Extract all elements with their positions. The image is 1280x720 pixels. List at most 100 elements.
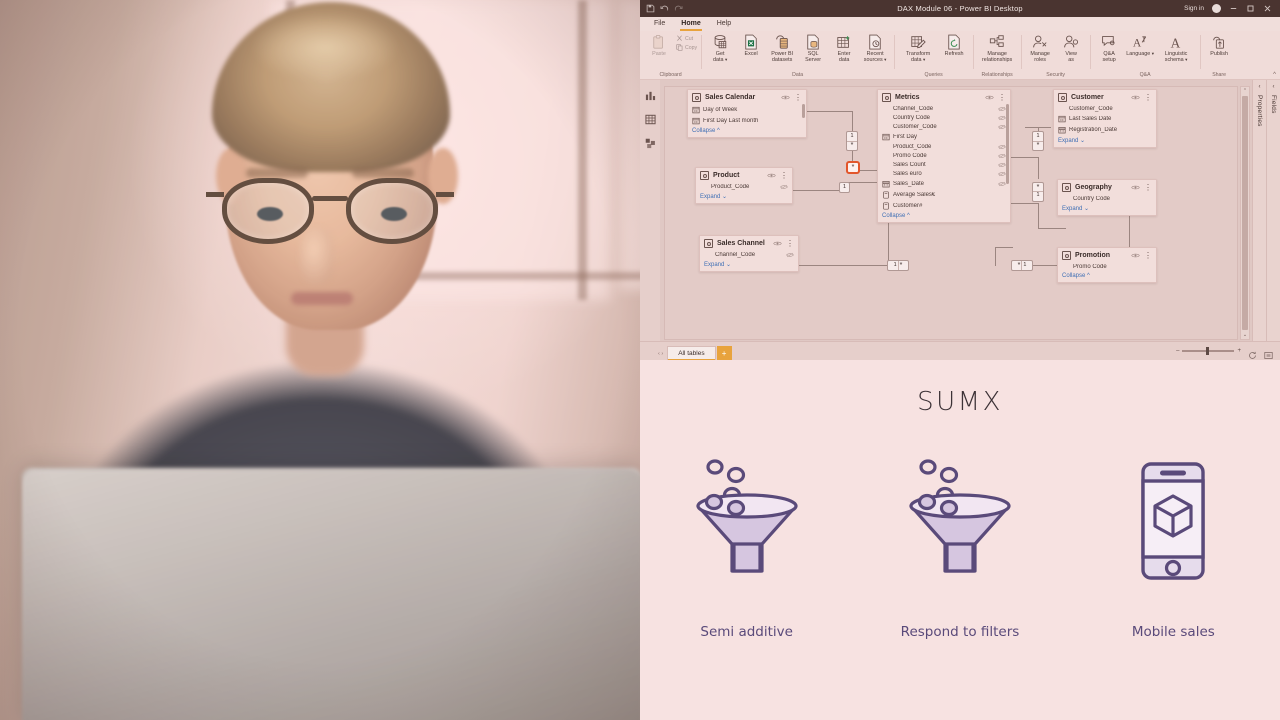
- minimize-button[interactable]: [1229, 4, 1238, 13]
- field-row[interactable]: Customer_Code: [1054, 104, 1156, 113]
- model-canvas[interactable]: Sales Calendar ⋮ Day of Week First Day L…: [664, 86, 1238, 340]
- zoom-control[interactable]: – +: [1176, 347, 1241, 356]
- cardinality-calendar-metrics[interactable]: 1 *: [846, 131, 858, 151]
- table-scrollbar[interactable]: [1006, 104, 1009, 184]
- model-view-icon[interactable]: [643, 136, 657, 150]
- hide-in-report-view-icon[interactable]: [773, 240, 782, 247]
- field-hidden-icon[interactable]: [998, 171, 1006, 177]
- scroll-down-arrow[interactable]: ⌄: [1243, 331, 1247, 339]
- table-collapse-button[interactable]: Collapse ^: [688, 126, 806, 137]
- table-more-options-button[interactable]: ⋮: [1144, 251, 1152, 259]
- enter-data-button[interactable]: Enter data: [829, 33, 859, 63]
- publish-button[interactable]: Publish: [1204, 33, 1234, 57]
- menu-item-home[interactable]: Home: [673, 17, 708, 31]
- field-row[interactable]: Country Code: [1058, 194, 1156, 203]
- table-collapse-button[interactable]: Collapse ^: [878, 211, 1010, 222]
- undo-icon[interactable]: [660, 4, 669, 13]
- table-card-metrics[interactable]: Metrics ⋮ Channel_Code Country Code Cust…: [877, 89, 1011, 223]
- field-row[interactable]: Average Sales€: [878, 189, 1010, 200]
- table-header[interactable]: Metrics ⋮: [878, 90, 1010, 104]
- table-more-options-button[interactable]: ⋮: [998, 93, 1006, 101]
- menu-item-file[interactable]: File: [646, 17, 673, 31]
- qa-setup-button[interactable]: Q&A setup: [1094, 33, 1124, 63]
- field-row[interactable]: Sales euro: [878, 169, 1010, 178]
- table-more-options-button[interactable]: ⋮: [1144, 183, 1152, 191]
- table-card-sales-calendar[interactable]: Sales Calendar ⋮ Day of Week First Day L…: [687, 89, 807, 138]
- table-card-customer[interactable]: Customer ⋮ Customer_Code Last Sales Date…: [1053, 89, 1157, 148]
- field-row[interactable]: Promo Code: [878, 151, 1010, 160]
- chevron-left-icon[interactable]: ‹: [1259, 84, 1261, 90]
- table-more-options-button[interactable]: ⋮: [794, 93, 802, 101]
- scroll-thumb[interactable]: [1242, 96, 1248, 330]
- field-row[interactable]: Sales_Date: [878, 178, 1010, 189]
- table-expand-button[interactable]: Expand ⌄: [1058, 203, 1156, 215]
- table-card-product[interactable]: Product ⋮ Product_Code Expand ⌄: [695, 167, 793, 204]
- cardinality-product-one[interactable]: 1: [839, 182, 850, 193]
- field-row[interactable]: Last Sales Date: [1054, 113, 1156, 124]
- table-header[interactable]: Promotion ⋮: [1058, 248, 1156, 262]
- linguistic-schema-button[interactable]: A Linguistic schema ▾: [1156, 33, 1196, 63]
- field-hidden-icon[interactable]: [998, 181, 1006, 187]
- zoom-out-button[interactable]: –: [1176, 348, 1179, 354]
- menu-item-help[interactable]: Help: [709, 17, 739, 31]
- table-expand-button[interactable]: Expand ⌄: [700, 259, 798, 271]
- fields-pane-collapsed[interactable]: ‹ Fields: [1266, 80, 1280, 360]
- field-row[interactable]: Product_Code: [696, 182, 792, 191]
- hide-in-report-view-icon[interactable]: [781, 94, 790, 101]
- scroll-up-arrow[interactable]: ⌃: [1243, 87, 1247, 95]
- add-page-button[interactable]: +: [716, 345, 732, 360]
- table-collapse-button[interactable]: Collapse ^: [1058, 271, 1156, 282]
- redo-icon[interactable]: [674, 4, 683, 13]
- reset-zoom-icon[interactable]: [1248, 347, 1257, 359]
- table-header[interactable]: Customer ⋮: [1054, 90, 1156, 104]
- field-hidden-icon[interactable]: [998, 124, 1006, 130]
- fit-to-page-icon[interactable]: [1264, 347, 1273, 359]
- field-row[interactable]: Registration_Date: [1054, 124, 1156, 135]
- hide-in-report-view-icon[interactable]: [1131, 184, 1140, 191]
- properties-pane-collapsed[interactable]: ‹ Properties: [1252, 80, 1266, 360]
- field-hidden-icon[interactable]: [998, 162, 1006, 168]
- cut-button[interactable]: Cut: [676, 35, 697, 42]
- close-button[interactable]: [1263, 4, 1272, 13]
- model-canvas-area[interactable]: Sales Calendar ⋮ Day of Week First Day L…: [660, 80, 1252, 360]
- table-card-sales-channel[interactable]: Sales Channel ⋮ Channel_Code Expand ⌄: [699, 235, 799, 272]
- maximize-button[interactable]: [1246, 4, 1255, 13]
- language-button[interactable]: A Language ▾: [1125, 33, 1155, 57]
- field-hidden-icon[interactable]: [998, 106, 1006, 112]
- field-hidden-icon[interactable]: [780, 184, 788, 190]
- sql-server-button[interactable]: SQL Server: [798, 33, 828, 63]
- view-as-button[interactable]: View as: [1056, 33, 1086, 63]
- cardinality-saleschannel-metrics[interactable]: 1 *: [887, 260, 909, 271]
- avatar[interactable]: [1212, 4, 1221, 13]
- hide-in-report-view-icon[interactable]: [1131, 94, 1140, 101]
- manage-roles-button[interactable]: Manage roles: [1025, 33, 1055, 63]
- field-row[interactable]: Country Code: [878, 113, 1010, 122]
- powerbi-datasets-button[interactable]: Power BI datasets: [767, 33, 797, 63]
- table-expand-button[interactable]: Expand ⌄: [1054, 135, 1156, 147]
- table-card-promotion[interactable]: Promotion ⋮ Promo Code Collapse ^: [1057, 247, 1157, 283]
- report-view-icon[interactable]: [643, 88, 657, 102]
- zoom-slider-knob[interactable]: [1206, 347, 1209, 356]
- excel-button[interactable]: Excel: [736, 33, 766, 57]
- hide-in-report-view-icon[interactable]: [767, 172, 776, 179]
- hide-in-report-view-icon[interactable]: [1131, 252, 1140, 259]
- field-hidden-icon[interactable]: [998, 144, 1006, 150]
- field-row[interactable]: First Day: [878, 131, 1010, 142]
- cardinality-metrics-geography[interactable]: * 1: [1032, 182, 1044, 202]
- table-more-options-button[interactable]: ⋮: [1144, 93, 1152, 101]
- page-tab-all-tables[interactable]: All tables: [667, 345, 716, 360]
- cardinality-metrics-promotion[interactable]: * 1: [1011, 260, 1033, 271]
- get-data-button[interactable]: Get data ▾: [705, 33, 735, 63]
- transform-data-button[interactable]: Transform data ▾: [898, 33, 938, 63]
- copy-button[interactable]: Copy: [676, 44, 697, 51]
- cardinality-product-metrics-highlighted[interactable]: *: [846, 161, 860, 174]
- table-header[interactable]: Sales Channel ⋮: [700, 236, 798, 250]
- data-view-icon[interactable]: [643, 112, 657, 126]
- quick-access-toolbar[interactable]: [640, 4, 683, 13]
- field-row[interactable]: Product_Code: [878, 142, 1010, 151]
- cardinality-metrics-customer[interactable]: 1 *: [1032, 131, 1044, 151]
- table-expand-button[interactable]: Expand ⌄: [696, 191, 792, 203]
- table-more-options-button[interactable]: ⋮: [780, 171, 788, 179]
- sign-in-button[interactable]: Sign in: [1184, 5, 1204, 12]
- field-row[interactable]: Channel_Code: [700, 250, 798, 259]
